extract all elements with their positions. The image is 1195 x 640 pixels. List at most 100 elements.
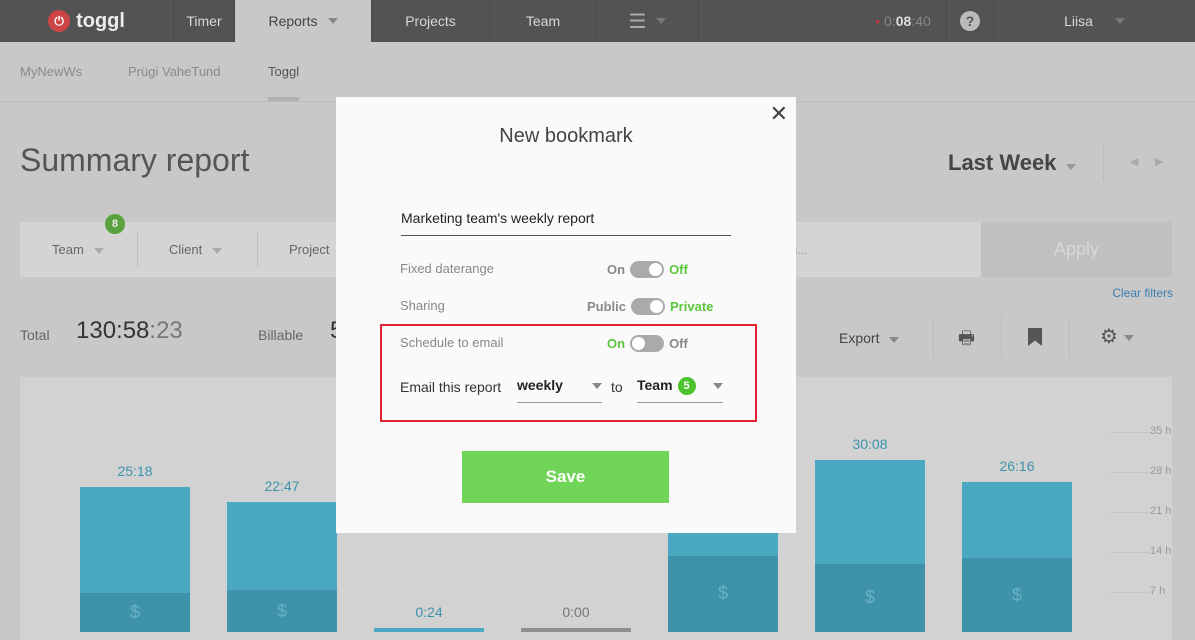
divider [1103,145,1104,181]
total-hm: 130:58 [76,317,150,344]
chevron-down-icon [212,248,223,254]
bar-total [521,628,631,632]
workspace-tabs: MyNewWs Prügi VaheTund Toggl [0,42,1195,102]
bookmark-name-input[interactable]: Marketing team's weekly report [401,210,731,236]
email-report-label: Email this report [400,379,502,395]
timer-h: 0: [884,13,896,29]
prev-period-button[interactable]: ◀ [1130,155,1138,168]
top-nav: ⏻ toggl Timer Reports Projects Team ☰ ● 0:… [0,0,1195,42]
chart-bar[interactable]: $ [80,487,190,632]
timer-m: 08 [895,13,912,29]
logo-text: toggl [76,9,125,32]
bookmark-button[interactable] [1028,328,1042,346]
schedule-toggle[interactable]: On Off [607,335,688,352]
export-label: Export [839,330,880,346]
next-period-button[interactable]: ▶ [1155,155,1163,168]
y-tick-label: 14 h [1150,545,1172,557]
recipient-select[interactable]: Team 5 [637,377,723,403]
toggle-switch[interactable] [630,261,665,278]
export-button[interactable]: Export [839,330,900,346]
chart-bar[interactable]: $ [227,501,337,632]
y-tick-label: 7 h [1150,585,1166,597]
chevron-down-icon [327,18,338,24]
bookmark-icon [1028,328,1042,346]
nav-team[interactable]: Team [490,0,597,42]
y-tick-label: 28 h [1150,465,1172,477]
sharing-toggle[interactable]: Public Private [587,298,713,315]
page-title: Summary report [20,142,250,178]
close-icon[interactable]: ✕ [770,101,788,127]
bar-value-label: 22:47 [264,477,300,494]
chart-bar[interactable]: $ [815,459,925,632]
hamburger-icon: ☰ [628,10,647,33]
gridline [1110,512,1150,513]
bar-value-label: 25:18 [117,463,153,480]
divider [1001,316,1002,358]
toggle-on-label: On [607,336,626,351]
dollar-icon: $ [80,593,190,632]
total-value: 130:58:23 [76,317,183,345]
user-name: Liisa [1064,13,1093,29]
fixed-daterange-toggle[interactable]: On Off [607,261,688,278]
bar-value-label: 0:24 [415,604,443,620]
help-button[interactable]: ? [946,0,994,42]
toggle-off-label: Off [669,262,688,277]
project-filter[interactable]: Project [289,242,329,257]
save-button[interactable]: Save [462,451,669,503]
timer-s: :40 [911,13,931,29]
apply-button[interactable]: Apply [981,222,1172,277]
active-tab-indicator [268,97,299,101]
settings-button[interactable]: ⚙ [1100,324,1134,349]
print-icon[interactable]: 🖶 [958,326,975,356]
gridline [1110,592,1150,593]
gridline [1110,552,1150,553]
dollar-icon: $ [227,590,337,632]
nav-reports-label: Reports [268,13,318,29]
chevron-down-icon [889,337,900,343]
toggle-off-label: Off [669,336,688,351]
team-filter[interactable]: Team [52,242,104,257]
new-bookmark-dialog: ✕ New bookmark Marketing team's weekly r… [336,97,796,533]
recipient-count-badge: 5 [677,377,696,395]
schedule-label: Schedule to email [400,335,504,350]
chevron-down-icon [1114,18,1125,24]
chart-bar[interactable] [374,628,484,632]
workspace-tab[interactable]: Prügi VaheTund [128,64,221,79]
toggle-off-label: Private [670,299,714,314]
nav-timer[interactable]: Timer [174,0,235,42]
billable-label: Billable [258,327,304,343]
nav-projects[interactable]: Projects [372,0,490,42]
toggle-switch[interactable] [631,298,666,315]
gridline [1110,472,1150,473]
help-icon: ? [960,11,980,31]
workspace-tab[interactable]: MyNewWs [20,64,82,79]
recording-dot-icon: ● [875,16,881,26]
clear-filters-link[interactable]: Clear filters [1112,286,1173,300]
client-filter-label: Client [169,242,203,257]
toggle-switch[interactable] [630,335,665,352]
dollar-icon: $ [668,555,778,632]
period-label: Last Week [948,150,1057,175]
to-label: to [611,379,623,395]
power-icon: ⏻ [48,10,71,32]
chevron-down-icon [1066,164,1077,170]
team-filter-label: Team [52,242,84,257]
running-timer[interactable]: ● 0: 08:40 [860,0,946,42]
menu-button[interactable]: ☰ [597,0,699,42]
divider [257,232,258,267]
logo[interactable]: ⏻ toggl [0,0,174,42]
client-filter[interactable]: Client [169,242,223,257]
bar-total [374,628,484,632]
workspace-tab-active[interactable]: Toggl [268,64,299,79]
divider [933,316,934,358]
dialog-title: New bookmark [499,125,633,147]
frequency-select[interactable]: weekly [517,377,602,403]
nav-reports[interactable]: Reports [235,0,372,42]
user-menu[interactable]: Liisa [994,0,1195,42]
total-sec: :23 [149,317,183,344]
chart-bar[interactable]: $ [962,481,1072,632]
period-select[interactable]: Last Week [948,150,1077,176]
chart-bar[interactable] [521,628,631,632]
team-count-badge: 8 [105,214,125,234]
chevron-down-icon [713,383,723,389]
